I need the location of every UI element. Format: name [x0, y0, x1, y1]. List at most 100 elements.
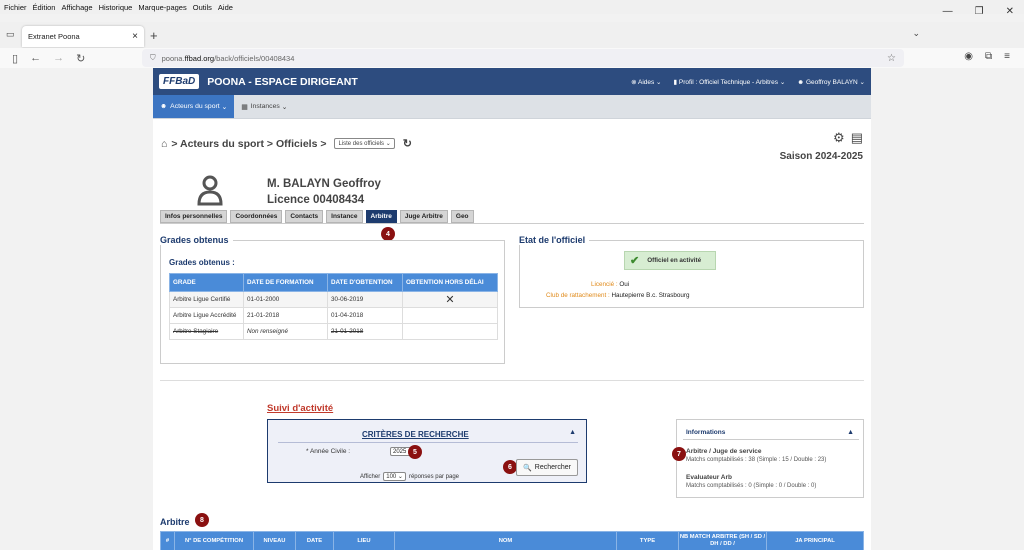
status-text: Officiel en activité [647, 257, 702, 264]
tab-list-chevron-icon[interactable]: ⌄ [912, 28, 920, 39]
app-title: POONA - ESPACE DIRIGEANT [207, 75, 358, 88]
col-grade[interactable]: GRADE [169, 273, 244, 292]
per-page-select[interactable]: 100 ⌄ [383, 472, 406, 481]
menu-marque-pages[interactable]: Marque-pages [138, 3, 186, 12]
info-role: Arbitre / Juge de service [686, 448, 762, 455]
restore-icon[interactable]: ❐ [975, 6, 984, 17]
new-tab-icon[interactable]: + [150, 28, 158, 43]
search-button[interactable]: 🔍 Rechercher [516, 459, 578, 476]
info-role: Evaluateur Arb [686, 474, 732, 481]
per-page-control: Afficher 100 ⌄ réponses par page [360, 472, 459, 481]
table-row: Arbitre Ligue Accrédité 21-01-2018 01-04… [169, 307, 498, 324]
breadcrumb-path[interactable]: > Acteurs du sport > Officiels > [171, 138, 326, 150]
person-name: M. BALAYN Geoffroy [267, 178, 381, 190]
section-divider [160, 380, 864, 381]
shield-icon: ⛉ [150, 53, 156, 62]
annotation-badge-7: 7 [672, 447, 686, 461]
tab-geo[interactable]: Geo [450, 210, 474, 223]
magnifier-icon: 🔍 [523, 464, 532, 472]
whistle-icon[interactable]: ⚙ [833, 130, 845, 146]
criteria-title[interactable]: CRITÈRES DE RECHERCHE [362, 430, 469, 439]
col-date-obtention[interactable]: DATE D'OBTENTION [327, 273, 403, 292]
officiels-list-select[interactable]: Liste des officiels ⌄ [334, 138, 395, 149]
back-icon[interactable]: ← [30, 52, 41, 64]
person-avatar-icon [197, 175, 223, 206]
sidebar-icon[interactable]: ▯ [12, 52, 18, 65]
profil-menu[interactable]: ▮ Profil : Officiel Technique - Arbitres… [674, 78, 786, 86]
col-ja-principal[interactable]: JA PRINCIPAL [766, 531, 864, 550]
col-nom[interactable]: NOM [394, 531, 617, 550]
web-page: FFBaD POONA - ESPACE DIRIGEANT ⊗ Aides ⌄… [153, 68, 871, 550]
arbitre-header-row: # N° DE COMPÉTITION NIVEAU DATE LIEU NOM… [160, 531, 864, 550]
tab-overview-icon[interactable]: ▭ [6, 29, 15, 40]
annotation-badge-6: 6 [503, 460, 517, 474]
collapse-caret-icon[interactable]: ▲ [847, 429, 854, 436]
tab-contacts[interactable]: Contacts [285, 210, 324, 223]
page-action-icons: ⚙ ▤ [833, 130, 863, 146]
forward-icon[interactable]: → [53, 52, 64, 64]
grades-section-title: Grades obtenus [160, 235, 233, 245]
hors-delai-x-icon: ✕ [402, 291, 498, 308]
obtention-cell: 30-06-2019 [327, 291, 403, 308]
arbitre-table: # N° DE COMPÉTITION NIVEAU DATE LIEU NOM… [160, 531, 864, 550]
nav-instances[interactable]: ▦ Instances ⌄ [234, 95, 294, 118]
account-icon[interactable]: ◉ [964, 51, 973, 62]
col-type[interactable]: TYPE [616, 531, 679, 550]
reload-icon[interactable]: ↻ [76, 52, 85, 65]
col-date[interactable]: DATE [295, 531, 334, 550]
close-window-icon[interactable]: ✕ [1006, 6, 1014, 17]
menu-affichage[interactable]: Affichage [61, 3, 92, 12]
col-num-competition[interactable]: N° DE COMPÉTITION [174, 531, 254, 550]
table-row: Arbitre Ligue Certifié 01-01-2000 30-06-… [169, 291, 498, 308]
col-nb-match[interactable]: NB MATCH ARBITRE (SH / SD / DH / DD / [678, 531, 767, 550]
tab-juge-arbitre[interactable]: Juge Arbitre [399, 210, 448, 223]
list-view-icon[interactable]: ▤ [851, 130, 863, 146]
tab-divider [160, 223, 864, 224]
grade-cell: Arbitre Ligue Accrédité [169, 307, 244, 324]
etat-panel: ✔ Officiel en activité Licencié : Oui Cl… [519, 240, 864, 308]
col-hors-delai[interactable]: OBTENTION HORS DÉLAI [402, 273, 498, 292]
col-date-formation[interactable]: DATE DE FORMATION [243, 273, 328, 292]
breadcrumb: ⌂ > Acteurs du sport > Officiels > Liste… [161, 137, 412, 151]
user-menu[interactable]: ☻ Geoffroy BALAYN ⌄ [797, 78, 865, 86]
status-badge: ✔ Officiel en activité [624, 251, 716, 270]
nav-acteurs-du-sport[interactable]: ☻ Acteurs du sport ⌄ [153, 95, 235, 118]
close-tab-icon[interactable]: × [132, 31, 138, 42]
url-bar[interactable]: ⛉ poona.ffbad.org/back/officiels/0040843… [142, 49, 904, 67]
menu-historique[interactable]: Historique [99, 3, 133, 12]
annotation-badge-5: 5 [408, 445, 422, 459]
ffbad-logo[interactable]: FFBaD [159, 74, 200, 89]
tab-coordonnees[interactable]: Coordonnées [230, 210, 283, 223]
tab-arbitre[interactable]: Arbitre [365, 210, 397, 223]
app-header: FFBaD POONA - ESPACE DIRIGEANT ⊗ Aides ⌄… [153, 68, 871, 95]
search-criteria-panel: CRITÈRES DE RECHERCHE ▲ * Année Civile :… [267, 419, 587, 483]
url-text: poona.ffbad.org/back/officiels/00408434 [161, 53, 295, 63]
col-index[interactable]: # [160, 531, 175, 550]
hors-delai-cell [402, 323, 498, 340]
tab-infos-personnelles[interactable]: Infos personnelles [160, 210, 228, 223]
licence-number: Licence 00408434 [267, 194, 365, 206]
grade-cell: Arbitre Stagiaire [169, 323, 244, 340]
bookmark-star-icon[interactable]: ☆ [887, 53, 896, 64]
col-niveau[interactable]: NIVEAU [253, 531, 296, 550]
menu-edition[interactable]: Édition [33, 3, 56, 12]
info-divider [683, 439, 859, 440]
browser-tab[interactable]: Extranet Poona × [22, 26, 144, 47]
menu-aide[interactable]: Aide [218, 3, 233, 12]
building-icon: ▦ [241, 103, 248, 111]
minimize-icon[interactable]: — [943, 6, 953, 17]
menu-fichier[interactable]: Fichier [4, 3, 27, 12]
tab-instance[interactable]: Instance [326, 210, 363, 223]
home-icon[interactable]: ⌂ [161, 138, 167, 150]
suivi-title[interactable]: Suivi d'activité [267, 403, 333, 414]
informations-title: Informations [686, 429, 726, 436]
obtention-cell: 21-01-2018 [327, 323, 403, 340]
col-lieu[interactable]: LIEU [333, 531, 395, 550]
app-menu-icon[interactable]: ≡ [1004, 51, 1010, 62]
extensions-icon[interactable]: ⧉ [985, 51, 992, 62]
menu-outils[interactable]: Outils [193, 3, 212, 12]
collapse-caret-icon[interactable]: ▲ [569, 429, 576, 436]
refresh-icon[interactable]: ↻ [403, 137, 412, 150]
aides-menu[interactable]: ⊗ Aides ⌄ [631, 78, 661, 86]
formation-cell: 01-01-2000 [243, 291, 328, 308]
